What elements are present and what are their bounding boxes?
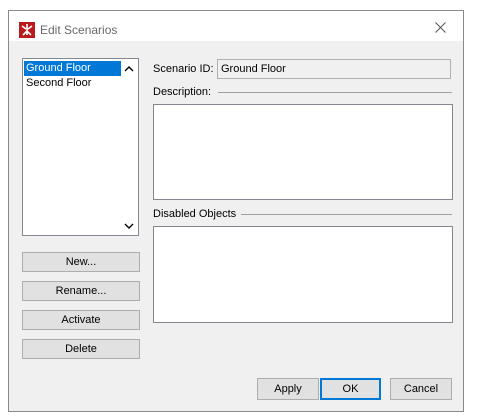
scroll-up-arrow-icon[interactable] bbox=[124, 65, 134, 73]
app-logo-icon bbox=[19, 22, 35, 38]
ok-button[interactable]: OK bbox=[320, 378, 381, 400]
window-title: Edit Scenarios bbox=[40, 23, 118, 37]
delete-button-label: Delete bbox=[65, 343, 97, 355]
edit-scenarios-dialog: Edit Scenarios Ground Floor Second Floor… bbox=[8, 10, 464, 412]
new-button[interactable]: New... bbox=[22, 252, 140, 272]
vertical-scrollbar[interactable] bbox=[121, 60, 137, 234]
disabled-objects-list[interactable] bbox=[153, 226, 453, 323]
description-label: Description: bbox=[153, 86, 212, 98]
delete-button[interactable]: Delete bbox=[22, 339, 140, 359]
title-bar[interactable]: Edit Scenarios bbox=[9, 11, 463, 41]
scenario-list[interactable]: Ground Floor Second Floor bbox=[22, 58, 139, 236]
rename-button[interactable]: Rename... bbox=[22, 281, 140, 301]
disabled-objects-separator bbox=[241, 214, 452, 215]
close-button[interactable] bbox=[419, 11, 463, 41]
list-item[interactable]: Ground Floor bbox=[24, 61, 123, 76]
disabled-objects-label: Disabled Objects bbox=[153, 208, 237, 220]
apply-button-label: Apply bbox=[274, 383, 302, 395]
new-button-label: New... bbox=[65, 256, 97, 268]
rename-button-label: Rename... bbox=[55, 285, 107, 297]
description-textarea[interactable] bbox=[153, 104, 453, 200]
list-item-label: Second Floor bbox=[26, 77, 92, 89]
apply-button[interactable]: Apply bbox=[257, 378, 319, 400]
cancel-button-label: Cancel bbox=[403, 383, 439, 395]
activate-button-label: Activate bbox=[61, 314, 101, 326]
list-item-label: Ground Floor bbox=[26, 62, 91, 74]
ok-button-label: OK bbox=[342, 383, 359, 395]
description-separator bbox=[218, 92, 452, 93]
scenario-id-field: Ground Floor bbox=[217, 59, 451, 79]
activate-button[interactable]: Activate bbox=[22, 310, 140, 330]
cancel-button[interactable]: Cancel bbox=[390, 378, 452, 400]
list-item[interactable]: Second Floor bbox=[24, 76, 123, 91]
scroll-down-arrow-icon[interactable] bbox=[124, 222, 134, 230]
close-icon bbox=[435, 22, 446, 33]
scenario-id-label: Scenario ID: bbox=[153, 63, 214, 75]
